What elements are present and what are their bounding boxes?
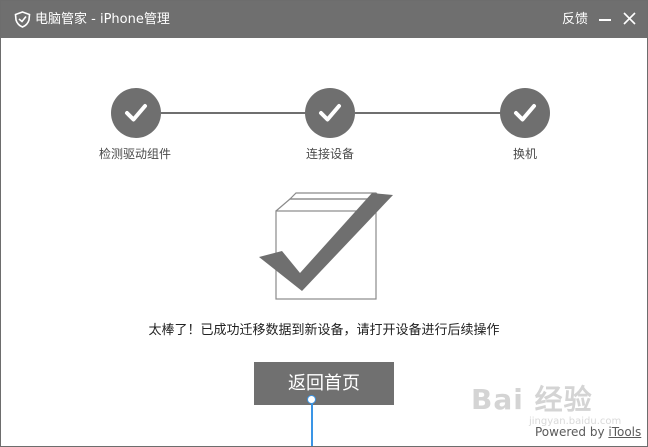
annotation-pointer — [311, 398, 313, 446]
check-icon — [125, 104, 147, 122]
app-window: 电脑管家 - iPhone管理 反馈 检测驱动组件 连接设备 换机 太棒了！已成… — [0, 0, 648, 447]
step-3-label: 换机 — [512, 147, 538, 161]
success-message: 太棒了！已成功迁移数据到新设备，请打开设备进行后续操作 — [148, 323, 500, 338]
step-2-label: 连接设备 — [305, 147, 355, 161]
powered-by: Powered by iTools — [535, 425, 641, 439]
annotation-pointer-dot — [307, 395, 316, 404]
step-1-label: 检测驱动组件 — [98, 147, 172, 161]
step-2-circle — [305, 88, 355, 138]
step-connector — [161, 112, 307, 114]
powered-by-brand-link[interactable]: iTools — [608, 425, 641, 439]
step-3-circle — [500, 88, 550, 138]
powered-by-prefix: Powered by — [535, 425, 609, 439]
box-checkmark-illustration — [259, 192, 393, 300]
watermark-main: Bai 经验 — [471, 383, 593, 416]
check-icon — [319, 104, 341, 122]
progress-steps: 检测驱动组件 连接设备 换机 — [1, 1, 647, 171]
step-connector — [355, 112, 501, 114]
check-icon — [514, 104, 536, 122]
baidu-watermark: Bai 经验 jingyan.baidu.com — [471, 378, 641, 428]
back-home-button[interactable]: 返回首页 — [254, 362, 394, 405]
step-1-circle — [111, 88, 161, 138]
